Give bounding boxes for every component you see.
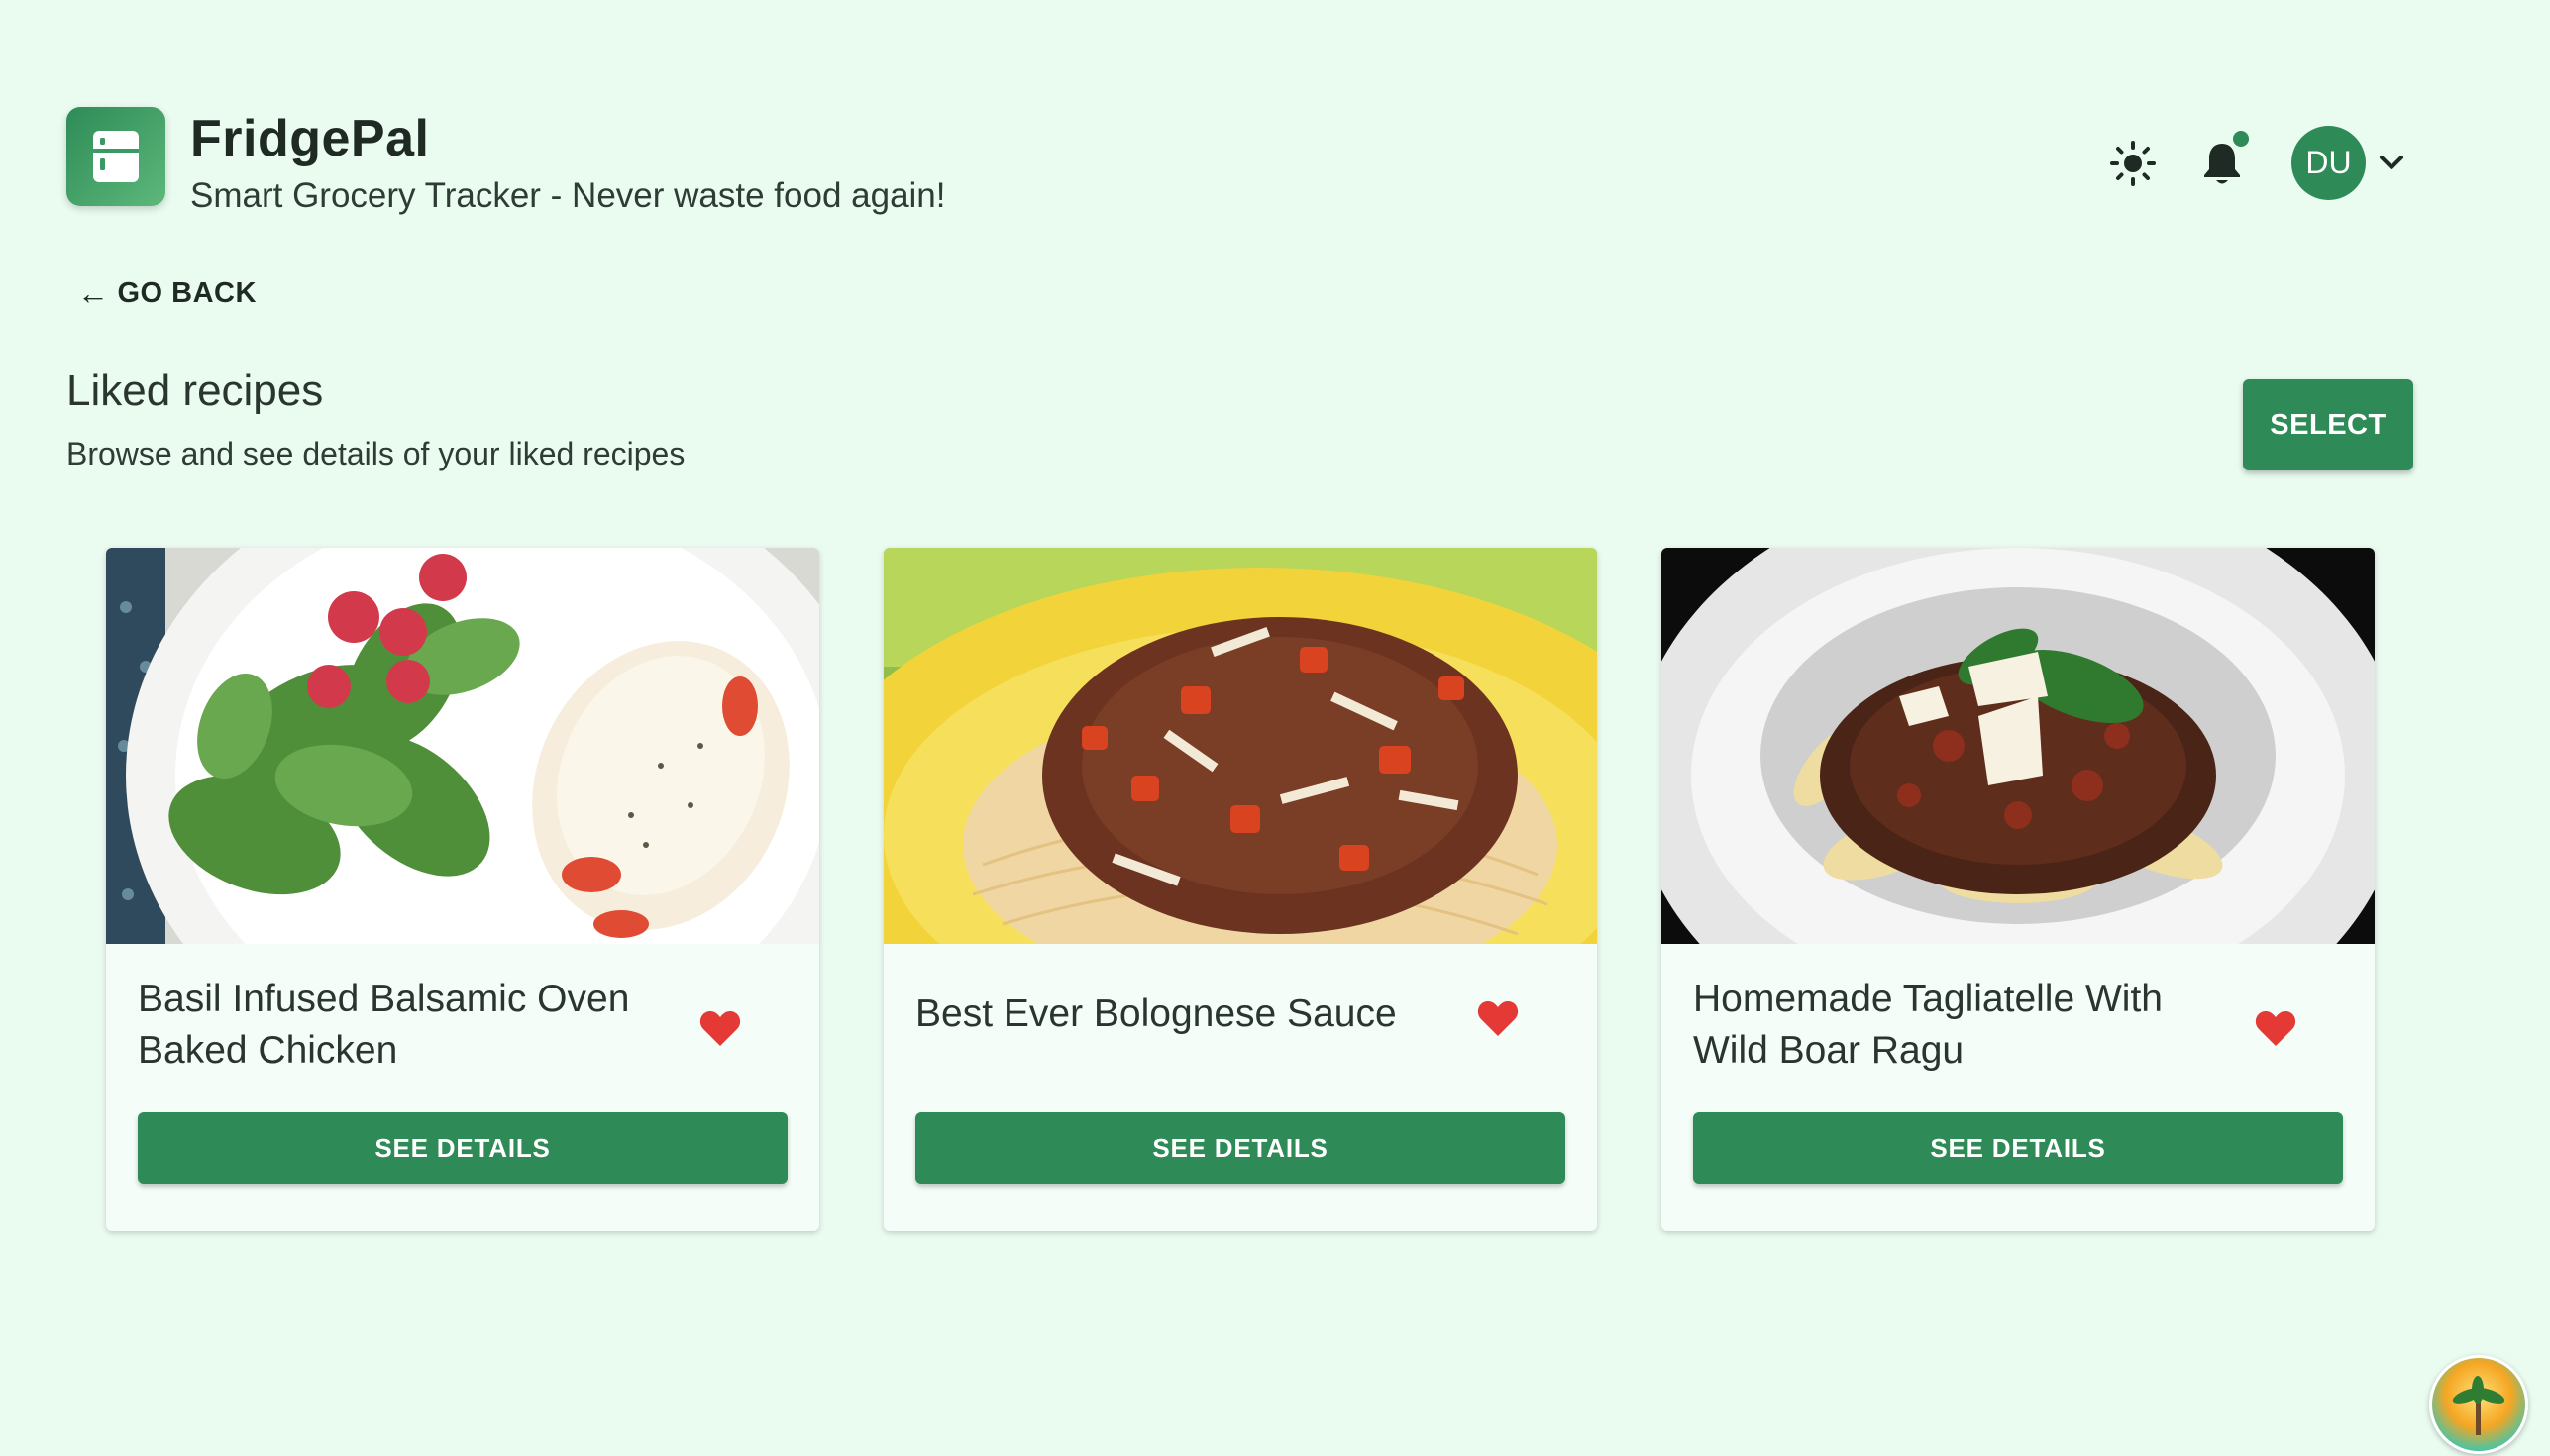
app-header: FridgePal Smart Grocery Tracker - Never … — [0, 0, 2550, 248]
recipe-image — [106, 548, 819, 944]
user-avatar[interactable]: DU — [2291, 126, 2366, 200]
app-subtitle: Smart Grocery Tracker - Never waste food… — [190, 176, 946, 215]
see-details-button[interactable]: SEE DETAILS — [138, 1112, 788, 1184]
page-description: Browse and see details of your liked rec… — [66, 436, 686, 471]
notification-dot — [2233, 131, 2249, 147]
bell-icon[interactable] — [2187, 129, 2257, 198]
see-details-button[interactable]: SEE DETAILS — [1693, 1112, 2343, 1184]
arrow-left-icon: ← — [77, 275, 110, 311]
heart-icon[interactable] — [695, 1003, 745, 1053]
chevron-down-icon[interactable] — [2374, 145, 2409, 180]
see-details-button[interactable]: SEE DETAILS — [915, 1112, 1565, 1184]
page-title: Liked recipes — [66, 366, 324, 415]
fridge-logo-icon — [66, 107, 165, 206]
recipe-title: Best Ever Bolognese Sauce — [915, 992, 1397, 1035]
sun-icon[interactable] — [2098, 129, 2168, 198]
assistant-widget-icon[interactable] — [2429, 1355, 2528, 1454]
recipe-image — [884, 548, 1597, 944]
recipe-image — [1661, 548, 2375, 944]
select-button[interactable]: SELECT — [2243, 379, 2413, 470]
heart-icon[interactable] — [2251, 1003, 2300, 1053]
recipe-title: Homemade Tagliatelle With Wild Boar Ragu — [1693, 978, 2163, 1072]
go-back-label: GO BACK — [117, 277, 257, 309]
recipe-card: Best Ever Bolognese Sauce SEE DETAILS — [884, 548, 1597, 1231]
app-title: FridgePal — [190, 110, 430, 167]
recipe-card: Homemade Tagliatelle With Wild Boar Ragu… — [1661, 548, 2375, 1231]
heart-icon[interactable] — [1473, 993, 1523, 1043]
recipe-card: Basil Infused Balsamic Oven Baked Chicke… — [106, 548, 819, 1231]
go-back-link[interactable]: ← GO BACK — [77, 275, 257, 312]
recipe-title: Basil Infused Balsamic Oven Baked Chicke… — [138, 978, 630, 1072]
